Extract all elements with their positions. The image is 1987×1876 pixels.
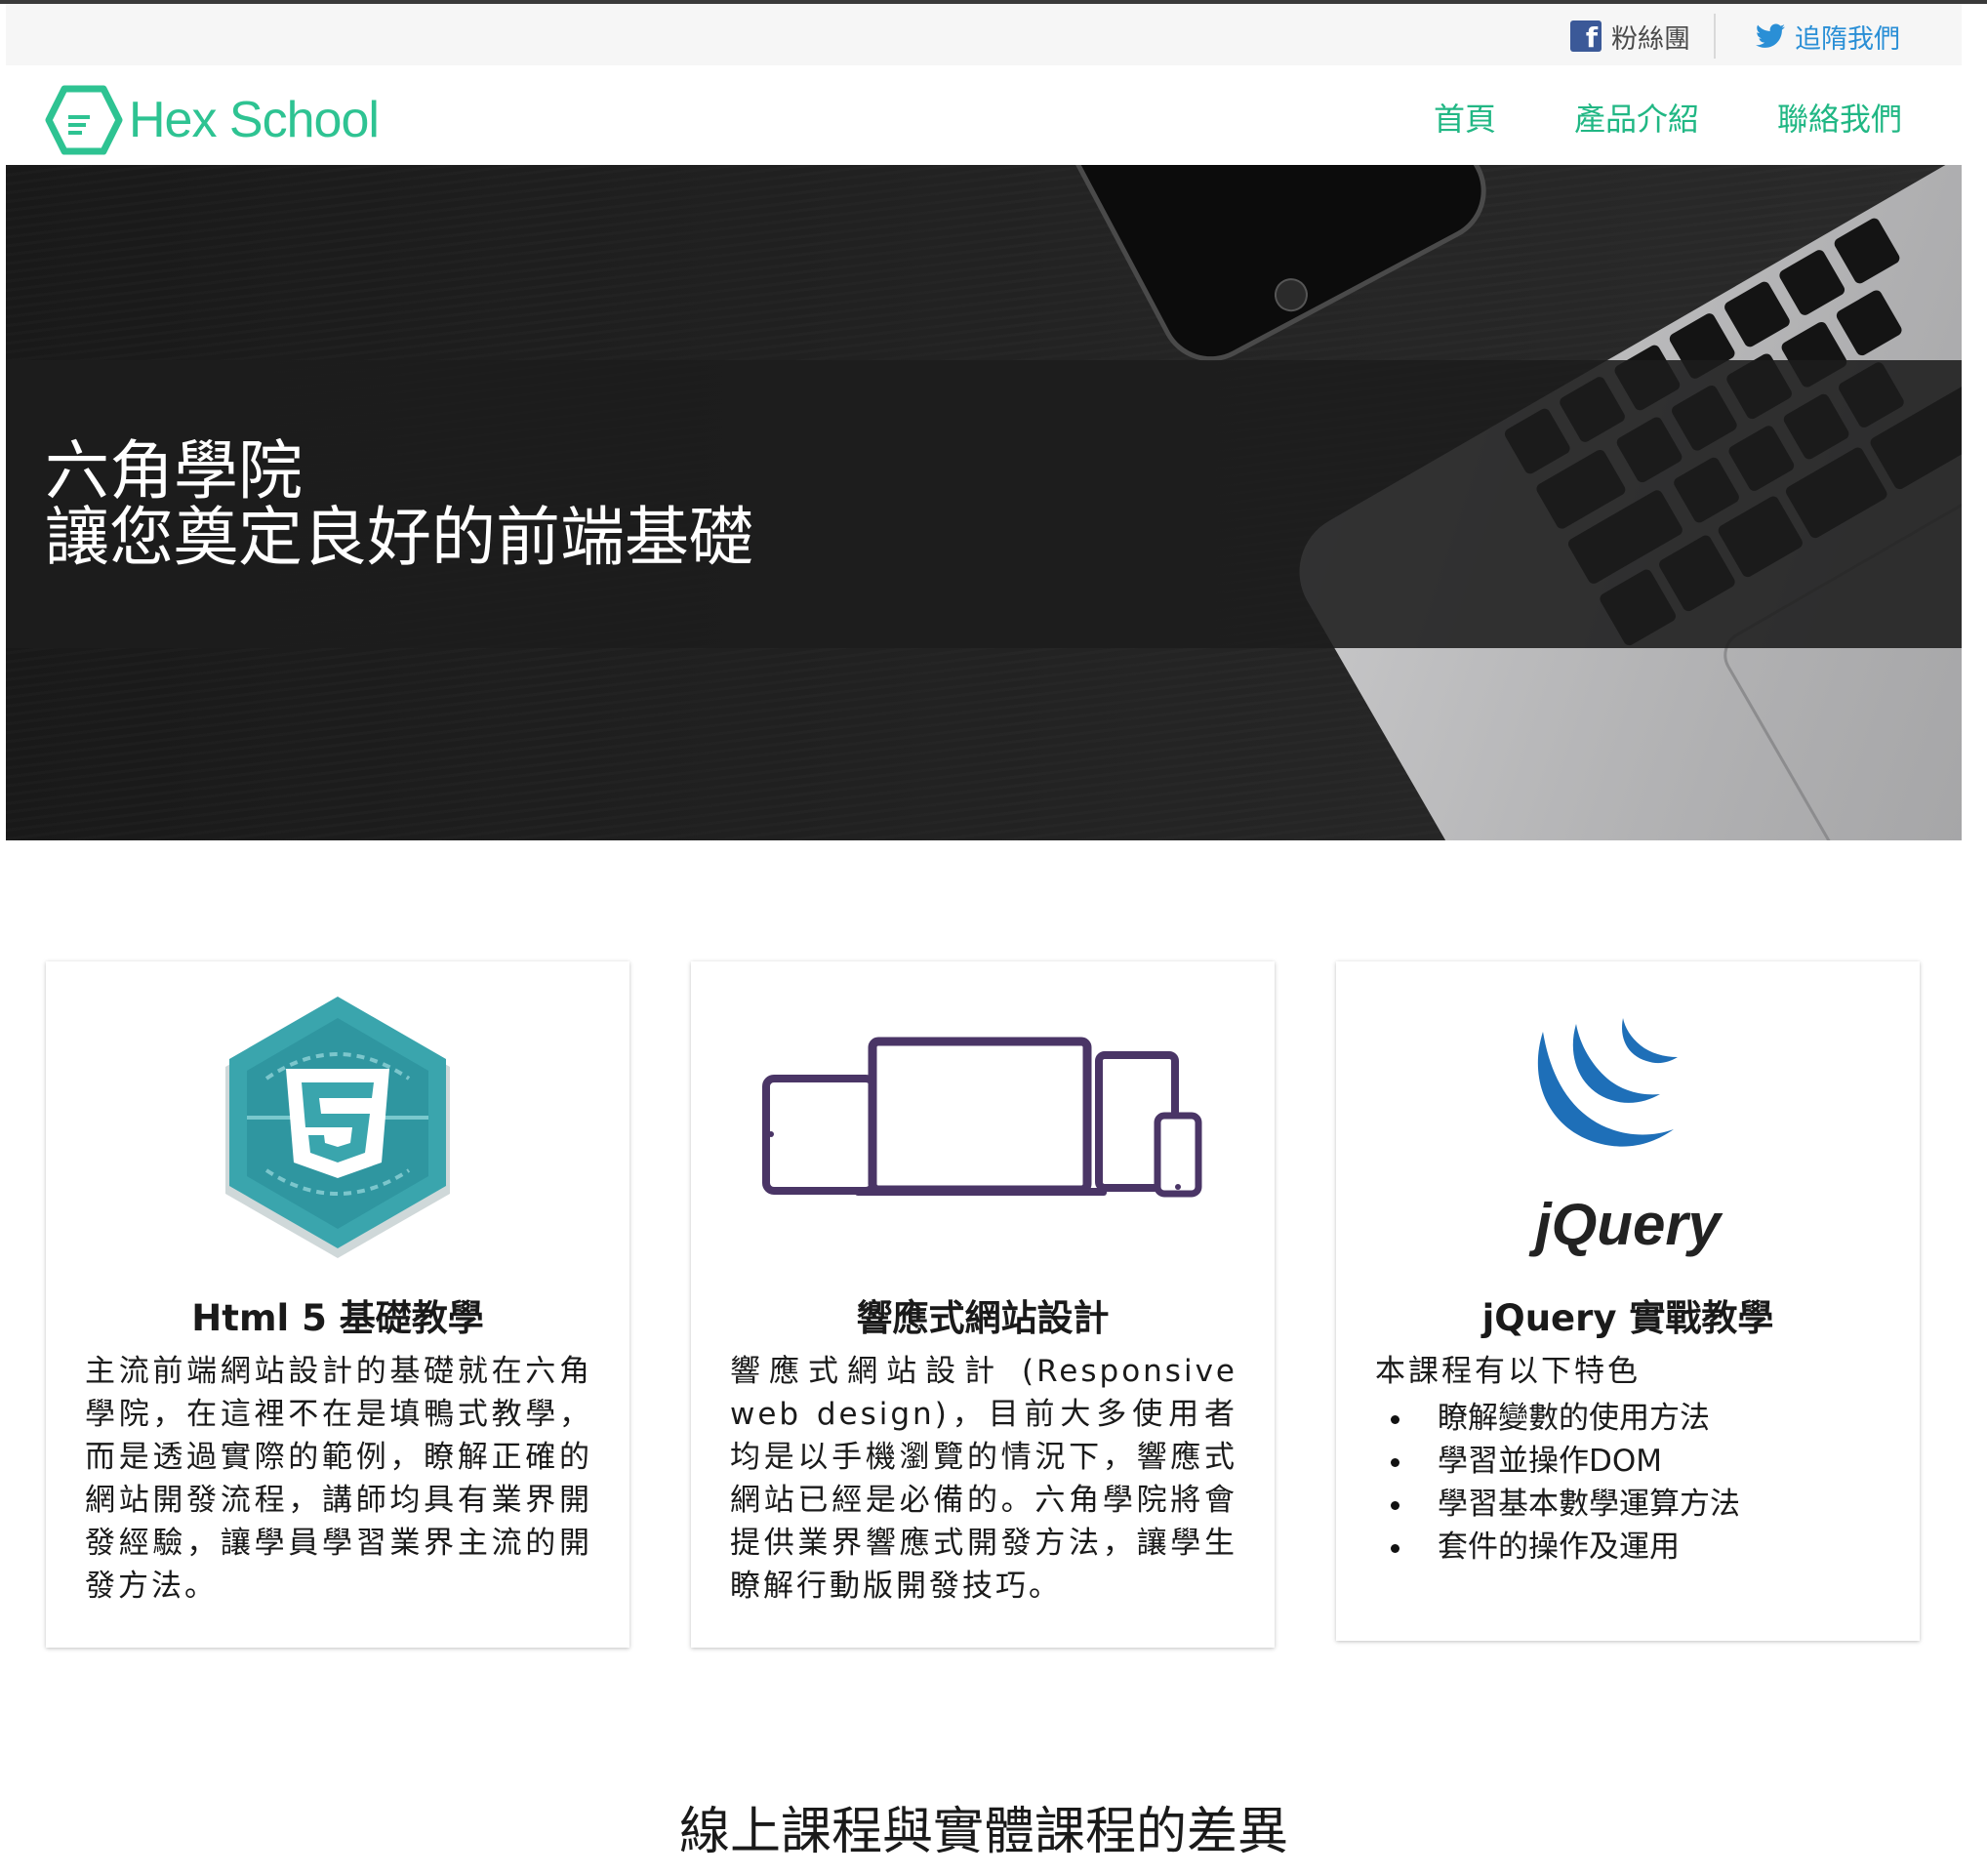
card-title: Html 5 基礎教學 bbox=[191, 1297, 484, 1339]
nav-link-contact[interactable]: 聯絡我們 bbox=[1777, 95, 1902, 140]
responsive-devices-icon bbox=[762, 1037, 1202, 1198]
course-card-html5: Html 5 基礎教學 主流前端網站設計的基礎就在六角學院，在這裡不在是填鴨式教… bbox=[46, 961, 629, 1648]
hexagon-logo-icon bbox=[45, 85, 123, 155]
social-divider bbox=[1714, 14, 1716, 59]
facebook-label: 粉絲團 bbox=[1611, 23, 1690, 55]
hero-title-line1: 六角學院 bbox=[45, 433, 303, 509]
main-navbar: Hex School 首頁 產品介紹 聯絡我們 bbox=[6, 65, 1962, 165]
facebook-icon: f bbox=[1570, 20, 1602, 52]
html5-badge-icon bbox=[225, 997, 450, 1258]
list-item: 套件的操作及運用 bbox=[1391, 1526, 1892, 1569]
twitter-follow-link[interactable]: 追隋我們 bbox=[1756, 12, 1900, 61]
jquery-logo-icon: jQuery bbox=[1528, 1018, 1723, 1257]
facebook-fanpage-link[interactable]: f 粉絲團 bbox=[1570, 12, 1690, 61]
feature-list: 本課程有以下特色 瞭解變數的使用方法 學習並操作DOM 學習基本數學運算方法 套… bbox=[1375, 1350, 1892, 1569]
hexschool-logo[interactable]: Hex School bbox=[45, 85, 380, 155]
card-description: 響應式網站設計 (Responsive web design)，目前大多使用者均… bbox=[730, 1354, 1237, 1604]
twitter-icon bbox=[1756, 23, 1785, 48]
nav-link-products[interactable]: 產品介紹 bbox=[1574, 95, 1699, 140]
logo-text: Hex School bbox=[129, 92, 380, 148]
list-item: 瞭解變數的使用方法 bbox=[1391, 1397, 1892, 1440]
list-item: 學習基本數學運算方法 bbox=[1391, 1483, 1892, 1526]
twitter-label: 追隋我們 bbox=[1795, 23, 1900, 55]
section-heading: 線上課程與實體課程的差異 bbox=[678, 1803, 1288, 1861]
list-item: 學習並操作DOM bbox=[1391, 1440, 1892, 1483]
course-card-rwd: 響應式網站設計 響應式網站設計 (Responsive web design)，… bbox=[691, 961, 1275, 1648]
nav-link-home[interactable]: 首頁 bbox=[1434, 95, 1496, 140]
page: f 粉絲團 追隋我們 Hex School 首頁 產品介紹 聯絡我們 六角學院 … bbox=[6, 4, 1962, 1876]
hero-title: 六角學院 讓您奠定良好的前端基礎 bbox=[45, 438, 753, 571]
card-description: 主流前端網站設計的基礎就在六角學院，在這裡不在是填鴨式教學，而是透過實際的範例，… bbox=[85, 1354, 592, 1604]
jquery-wordmark: jQuery bbox=[1528, 1192, 1723, 1257]
feature-list-intro: 本課程有以下特色 bbox=[1375, 1354, 1641, 1389]
hero-banner: 六角學院 讓您奠定良好的前端基礎 bbox=[6, 165, 1962, 840]
social-bar: f 粉絲團 追隋我們 bbox=[6, 4, 1962, 65]
course-card-jquery: jQuery jQuery 實戰教學 本課程有以下特色 瞭解變數的使用方法 學習… bbox=[1336, 961, 1920, 1641]
hero-title-line2: 讓您奠定良好的前端基礎 bbox=[45, 500, 753, 575]
card-title: 響應式網站設計 bbox=[856, 1297, 1110, 1339]
card-title: jQuery 實戰教學 bbox=[1481, 1297, 1774, 1339]
